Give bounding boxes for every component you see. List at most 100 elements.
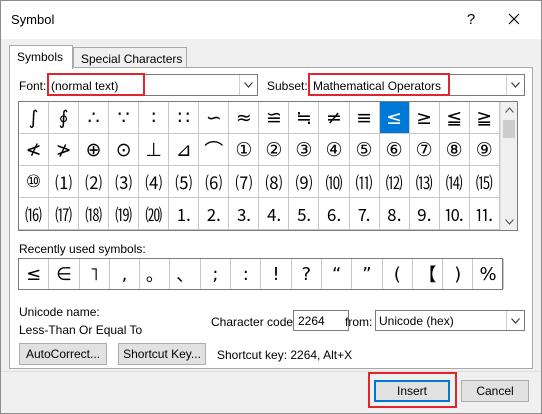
recent-symbol-cell[interactable]: “ xyxy=(322,259,353,289)
shortcut-key-button[interactable]: Shortcut Key... xyxy=(118,343,206,365)
symbol-cell[interactable]: ⒈ xyxy=(169,198,200,230)
symbol-cell[interactable]: ⑥ xyxy=(379,134,410,166)
symbol-cell[interactable]: ∮ xyxy=(49,102,80,134)
symbol-cell[interactable]: ⑼ xyxy=(289,166,320,198)
symbol-cell[interactable]: ⒀ xyxy=(409,166,440,198)
symbol-cell[interactable]: ⒄ xyxy=(49,198,80,230)
symbol-cell[interactable]: ≌ xyxy=(259,102,290,134)
symbol-cell[interactable]: ② xyxy=(259,134,290,166)
recent-symbol-cell[interactable]: , xyxy=(110,259,141,289)
autocorrect-button[interactable]: AutoCorrect... xyxy=(19,343,107,365)
symbol-cell[interactable]: ⒎ xyxy=(349,198,380,230)
symbol-cell[interactable]: ⒊ xyxy=(229,198,260,230)
symbol-cell[interactable]: ⑹ xyxy=(199,166,230,198)
symbol-cell[interactable]: ⑤ xyxy=(349,134,380,166)
symbol-cell[interactable]: ⒂ xyxy=(469,166,500,198)
recent-symbol-cell[interactable]: ; xyxy=(201,259,232,289)
help-button[interactable]: ? xyxy=(461,10,481,30)
close-icon xyxy=(508,13,520,25)
symbol-cell[interactable]: ⑨ xyxy=(469,134,500,166)
symbol-cell[interactable]: ⌒ xyxy=(199,134,230,166)
cancel-button[interactable]: Cancel xyxy=(461,380,529,402)
tab-symbols[interactable]: Symbols xyxy=(9,45,73,69)
from-dropdown[interactable]: Unicode (hex) xyxy=(375,310,525,331)
symbol-cell[interactable]: ⊥ xyxy=(139,134,170,166)
recent-symbol-cell[interactable]: 。 xyxy=(140,259,171,289)
symbol-cell[interactable]: ⑻ xyxy=(259,166,290,198)
recent-symbol-cell[interactable]: ∈ xyxy=(49,259,80,289)
symbol-cell[interactable]: ≦ xyxy=(439,102,470,134)
recent-symbol-cell[interactable]: % xyxy=(473,259,504,289)
character-code-input[interactable]: 2264 xyxy=(293,310,349,331)
symbol-cell[interactable]: ≮ xyxy=(19,134,50,166)
symbol-cell[interactable]: ≧ xyxy=(469,102,500,134)
symbol-cell[interactable]: ⒏ xyxy=(379,198,410,230)
recent-symbol-cell[interactable]: 、 xyxy=(170,259,201,289)
symbol-cell[interactable]: ⒒ xyxy=(469,198,500,230)
symbol-cell[interactable]: ≈ xyxy=(229,102,260,134)
symbol-cell[interactable]: ∵ xyxy=(109,102,140,134)
symbol-cell[interactable]: ⒇ xyxy=(139,198,170,230)
recent-symbol-cell[interactable]: ? xyxy=(292,259,322,289)
symbol-cell[interactable]: ∴ xyxy=(79,102,110,134)
symbol-cell[interactable]: ⊕ xyxy=(79,134,110,166)
symbol-cell[interactable]: ⊙ xyxy=(109,134,140,166)
scroll-down-button[interactable] xyxy=(501,214,518,230)
symbol-cell[interactable]: ⒆ xyxy=(109,198,140,230)
scroll-thumb[interactable] xyxy=(503,120,515,138)
symbol-cell[interactable]: ⒍ xyxy=(319,198,350,230)
symbol-cell[interactable]: ① xyxy=(229,134,260,166)
recent-symbol-cell[interactable]: 【 xyxy=(413,259,444,289)
symbol-cell[interactable]: ⑦ xyxy=(409,134,440,166)
symbol-cell[interactable]: ∽ xyxy=(199,102,230,134)
symbol-cell[interactable]: ∫ xyxy=(19,102,50,134)
symbol-cell[interactable]: ⑶ xyxy=(109,166,140,198)
symbol-cell[interactable]: ⒅ xyxy=(79,198,110,230)
symbol-grid-scrollbar[interactable] xyxy=(500,102,517,230)
symbol-cell[interactable]: ⑺ xyxy=(229,166,260,198)
symbol-cell[interactable]: ⑩ xyxy=(19,166,50,198)
scroll-up-button[interactable] xyxy=(501,102,518,118)
recent-symbol-cell[interactable]: ( xyxy=(383,259,413,289)
symbol-cell[interactable]: ⑿ xyxy=(379,166,410,198)
symbol-cell[interactable]: ≒ xyxy=(289,102,320,134)
recent-symbol-cell[interactable]: ” xyxy=(352,259,383,289)
symbol-cell[interactable]: ⑾ xyxy=(349,166,380,198)
symbol-cell[interactable]: ∶ xyxy=(139,102,170,134)
symbol-cell[interactable]: ≥ xyxy=(409,102,440,134)
symbol-cell[interactable]: ④ xyxy=(319,134,350,166)
symbol-cell[interactable]: ≠ xyxy=(319,102,350,134)
symbol-cell[interactable]: ⒉ xyxy=(199,198,230,230)
unicode-name-value: Less-Than Or Equal To xyxy=(19,323,143,337)
symbol-cell[interactable]: ⒌ xyxy=(289,198,320,230)
subset-dropdown-arrow[interactable] xyxy=(506,75,524,95)
symbol-cell[interactable]: ≡ xyxy=(349,102,380,134)
from-dropdown-arrow[interactable] xyxy=(506,311,524,330)
close-button[interactable] xyxy=(501,10,527,30)
recent-symbol-cell[interactable]: ˥ xyxy=(80,259,110,289)
symbol-cell[interactable]: ⑵ xyxy=(79,166,110,198)
from-label: from: xyxy=(345,315,373,329)
font-dropdown-arrow[interactable] xyxy=(239,75,257,95)
symbol-cell[interactable]: ≤ xyxy=(379,102,410,134)
symbol-cell[interactable]: ⒑ xyxy=(439,198,470,230)
tab-special-characters[interactable]: Special Characters xyxy=(73,47,187,67)
recent-symbol-cell[interactable]: ! xyxy=(261,259,292,289)
symbol-cell[interactable]: ≯ xyxy=(49,134,80,166)
symbol-cell[interactable]: ⒐ xyxy=(409,198,440,230)
recent-symbol-cell[interactable]: : xyxy=(231,259,262,289)
symbol-cell[interactable]: ⑧ xyxy=(439,134,470,166)
recent-symbol-cell[interactable]: ) xyxy=(443,259,474,289)
symbol-cell[interactable]: ⒁ xyxy=(439,166,470,198)
symbol-cell[interactable]: ⑴ xyxy=(49,166,80,198)
symbol-cell[interactable]: ⊿ xyxy=(169,134,200,166)
symbol-cell[interactable]: ⒃ xyxy=(19,198,50,230)
symbol-cell[interactable]: ∷ xyxy=(169,102,200,134)
symbol-cell[interactable]: ⒋ xyxy=(259,198,290,230)
symbol-cell[interactable]: ③ xyxy=(289,134,320,166)
recent-symbol-cell[interactable]: ≤ xyxy=(19,259,50,289)
symbol-cell[interactable]: ⑽ xyxy=(319,166,350,198)
tab-symbols-label: Symbols xyxy=(17,50,64,64)
symbol-cell[interactable]: ⑸ xyxy=(169,166,200,198)
symbol-cell[interactable]: ⑷ xyxy=(139,166,170,198)
